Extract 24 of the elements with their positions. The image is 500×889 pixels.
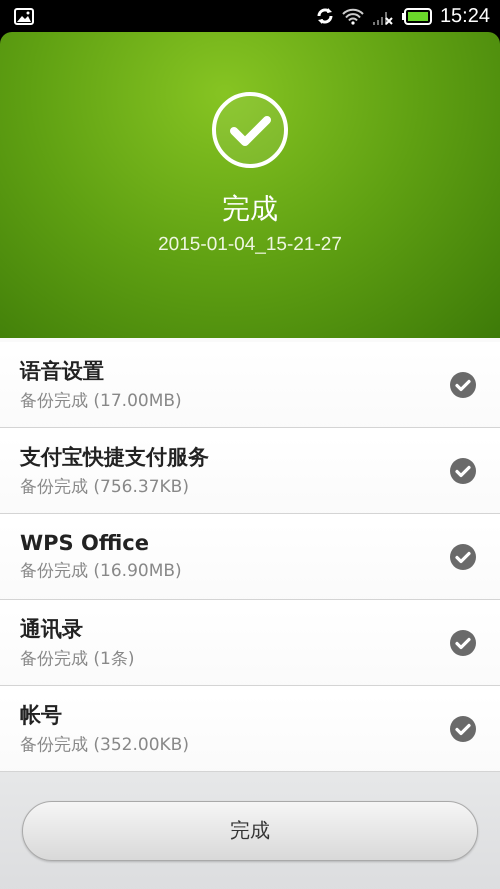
item-name: 通讯录 (20, 616, 83, 643)
wifi-icon (342, 8, 364, 24)
battery-icon (402, 8, 432, 24)
check-icon (450, 716, 476, 742)
check-icon (450, 372, 476, 398)
item-status: 备份完成 (352.00KB) (20, 734, 189, 756)
item-name: 语音设置 (20, 358, 104, 385)
check-icon (450, 630, 476, 656)
item-status: 备份完成 (16.90MB) (20, 560, 182, 582)
image-icon (14, 8, 34, 24)
item-status: 备份完成 (756.37KB) (20, 476, 189, 498)
check-circle-icon (210, 90, 290, 170)
item-status: 备份完成 (17.00MB) (20, 390, 182, 412)
check-icon (450, 544, 476, 570)
done-button[interactable]: 完成 (22, 800, 478, 860)
check-icon (450, 458, 476, 484)
status-time: 15:24 (440, 4, 490, 28)
item-status: 备份完成 (1条) (20, 648, 134, 670)
header-title: 完成 (222, 191, 278, 227)
sync-icon (316, 7, 334, 25)
backup-timestamp: 2015-01-04_15-21-27 (158, 234, 342, 256)
item-name: 支付宝快捷支付服务 (20, 444, 209, 471)
item-name: 帐号 (20, 702, 62, 729)
item-name: WPS Office (20, 531, 149, 555)
